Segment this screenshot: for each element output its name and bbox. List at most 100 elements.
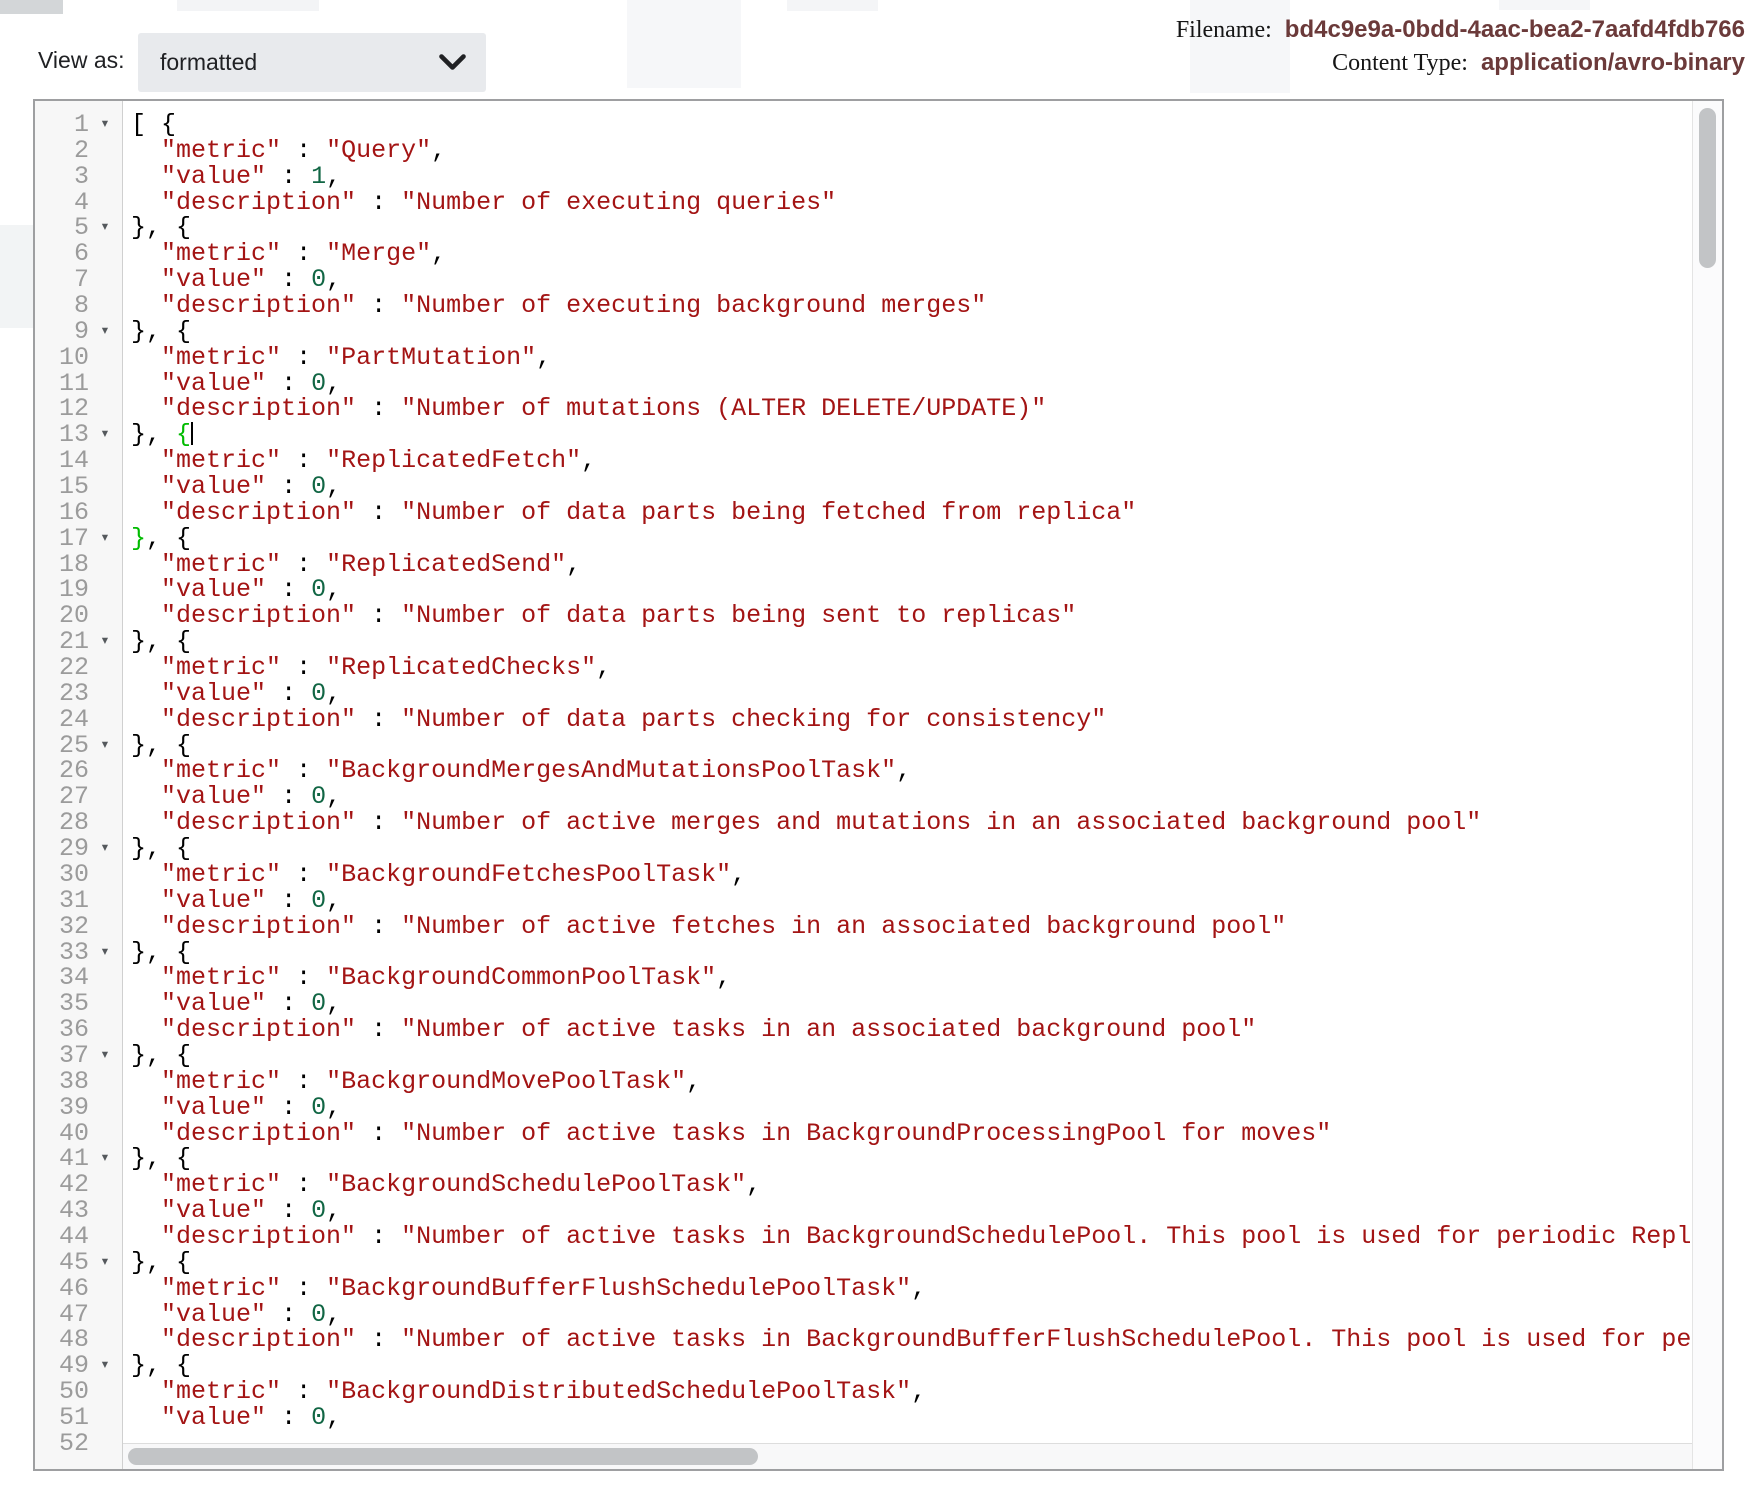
gutter-row: 31 bbox=[35, 888, 122, 914]
code-line: "value" : 0, bbox=[131, 784, 1692, 810]
gutter-row: 9▾ bbox=[35, 319, 122, 345]
line-number: 5 bbox=[35, 215, 89, 241]
gutter-row: 2 bbox=[35, 138, 122, 164]
gutter-row: 20 bbox=[35, 603, 122, 629]
code-line: "description" : "Number of executing bac… bbox=[131, 293, 1692, 319]
gutter-row: 38 bbox=[35, 1069, 122, 1095]
fold-arrow-empty bbox=[89, 396, 121, 422]
fold-arrow-empty bbox=[89, 784, 121, 810]
filename-label: Filename: bbox=[1176, 17, 1272, 44]
fold-arrow-empty bbox=[89, 474, 121, 500]
fold-arrow-empty bbox=[89, 991, 121, 1017]
fold-arrow-empty bbox=[89, 267, 121, 293]
gutter-row: 32 bbox=[35, 914, 122, 940]
background-artifact bbox=[177, 0, 319, 11]
gutter-row: 37▾ bbox=[35, 1043, 122, 1069]
fold-arrow-empty bbox=[89, 345, 121, 371]
fold-arrow-icon[interactable]: ▾ bbox=[89, 1146, 121, 1172]
line-number: 24 bbox=[35, 707, 89, 733]
gutter-row: 35 bbox=[35, 991, 122, 1017]
code-line: "description" : "Number of executing que… bbox=[131, 190, 1692, 216]
gutter-row: 51 bbox=[35, 1405, 122, 1431]
gutter-row: 29▾ bbox=[35, 836, 122, 862]
vertical-scrollbar-thumb[interactable] bbox=[1699, 108, 1716, 268]
gutter-row: 30 bbox=[35, 862, 122, 888]
gutter-row: 10 bbox=[35, 345, 122, 371]
fold-arrow-empty bbox=[89, 1224, 121, 1250]
gutter-row: 36 bbox=[35, 1017, 122, 1043]
code-content[interactable]: [ { "metric" : "Query", "value" : 1, "de… bbox=[123, 101, 1692, 1469]
view-as-selected-value: formatted bbox=[160, 49, 257, 76]
fold-arrow-icon[interactable]: ▾ bbox=[89, 1043, 121, 1069]
view-as-select[interactable]: formatted bbox=[138, 33, 486, 92]
fold-arrow-icon[interactable]: ▾ bbox=[89, 836, 121, 862]
line-number: 20 bbox=[35, 603, 89, 629]
fold-arrow-icon[interactable]: ▾ bbox=[89, 733, 121, 759]
line-number: 14 bbox=[35, 448, 89, 474]
fold-arrow-icon[interactable]: ▾ bbox=[89, 1250, 121, 1276]
fold-arrow-icon[interactable]: ▾ bbox=[89, 215, 121, 241]
fold-arrow-empty bbox=[89, 371, 121, 397]
fold-arrow-empty bbox=[89, 448, 121, 474]
gutter-row: 52 bbox=[35, 1431, 122, 1457]
gutter-row: 46 bbox=[35, 1276, 122, 1302]
json-editor[interactable]: 1▾2345▾6789▾10111213▾14151617▾18192021▾2… bbox=[33, 99, 1724, 1471]
fold-arrow-empty bbox=[89, 681, 121, 707]
horizontal-scrollbar[interactable] bbox=[123, 1443, 1692, 1469]
view-as-label: View as: bbox=[38, 47, 125, 74]
code-line: "value" : 0, bbox=[131, 267, 1692, 293]
code-line: "description" : "Number of active tasks … bbox=[131, 1224, 1692, 1250]
line-number: 37 bbox=[35, 1043, 89, 1069]
code-line: "metric" : "BackgroundMovePoolTask", bbox=[131, 1069, 1692, 1095]
line-number: 17 bbox=[35, 526, 89, 552]
gutter-row: 4 bbox=[35, 190, 122, 216]
fold-arrow-empty bbox=[89, 1017, 121, 1043]
gutter-row: 34 bbox=[35, 965, 122, 991]
fold-arrow-icon[interactable]: ▾ bbox=[89, 319, 121, 345]
line-number: 1 bbox=[35, 112, 89, 138]
gutter-row: 49▾ bbox=[35, 1353, 122, 1379]
gutter-row: 26 bbox=[35, 758, 122, 784]
gutter-row: 15 bbox=[35, 474, 122, 500]
gutter-row: 14 bbox=[35, 448, 122, 474]
fold-arrow-icon[interactable]: ▾ bbox=[89, 422, 121, 448]
fold-arrow-icon[interactable]: ▾ bbox=[89, 940, 121, 966]
gutter-row: 41▾ bbox=[35, 1146, 122, 1172]
fold-arrow-empty bbox=[89, 655, 121, 681]
code-line: "metric" : "BackgroundCommonPoolTask", bbox=[131, 965, 1692, 991]
line-number: 9 bbox=[35, 319, 89, 345]
line-number: 44 bbox=[35, 1224, 89, 1250]
background-artifact bbox=[0, 225, 36, 328]
gutter-row: 47 bbox=[35, 1302, 122, 1328]
line-number: 29 bbox=[35, 836, 89, 862]
fold-arrow-empty bbox=[89, 1095, 121, 1121]
line-number: 51 bbox=[35, 1405, 89, 1431]
fold-arrow-icon[interactable]: ▾ bbox=[89, 526, 121, 552]
fold-arrow-empty bbox=[89, 1069, 121, 1095]
fold-arrow-icon[interactable]: ▾ bbox=[89, 112, 121, 138]
code-line: "description" : "Number of mutations (AL… bbox=[131, 396, 1692, 422]
line-number: 41 bbox=[35, 1146, 89, 1172]
line-number: 12 bbox=[35, 396, 89, 422]
fold-arrow-icon[interactable]: ▾ bbox=[89, 1353, 121, 1379]
code-line: }, { bbox=[131, 733, 1692, 759]
line-number: 16 bbox=[35, 500, 89, 526]
code-line: "metric" : "ReplicatedChecks", bbox=[131, 655, 1692, 681]
code-line: }, { bbox=[131, 1146, 1692, 1172]
line-number: 3 bbox=[35, 164, 89, 190]
fold-arrow-icon[interactable]: ▾ bbox=[89, 629, 121, 655]
code-line: "value" : 0, bbox=[131, 1302, 1692, 1328]
fold-arrow-empty bbox=[89, 888, 121, 914]
horizontal-scrollbar-thumb[interactable] bbox=[128, 1448, 758, 1465]
fold-arrow-empty bbox=[89, 552, 121, 578]
line-number: 13 bbox=[35, 422, 89, 448]
chevron-down-icon bbox=[439, 54, 466, 71]
code-line: [ { bbox=[131, 112, 1692, 138]
vertical-scrollbar[interactable] bbox=[1692, 101, 1722, 1469]
line-number: 47 bbox=[35, 1302, 89, 1328]
background-artifact bbox=[1499, 0, 1590, 10]
code-line: "description" : "Number of data parts ch… bbox=[131, 707, 1692, 733]
code-line: "metric" : "PartMutation", bbox=[131, 345, 1692, 371]
gutter-row: 13▾ bbox=[35, 422, 122, 448]
line-number: 7 bbox=[35, 267, 89, 293]
